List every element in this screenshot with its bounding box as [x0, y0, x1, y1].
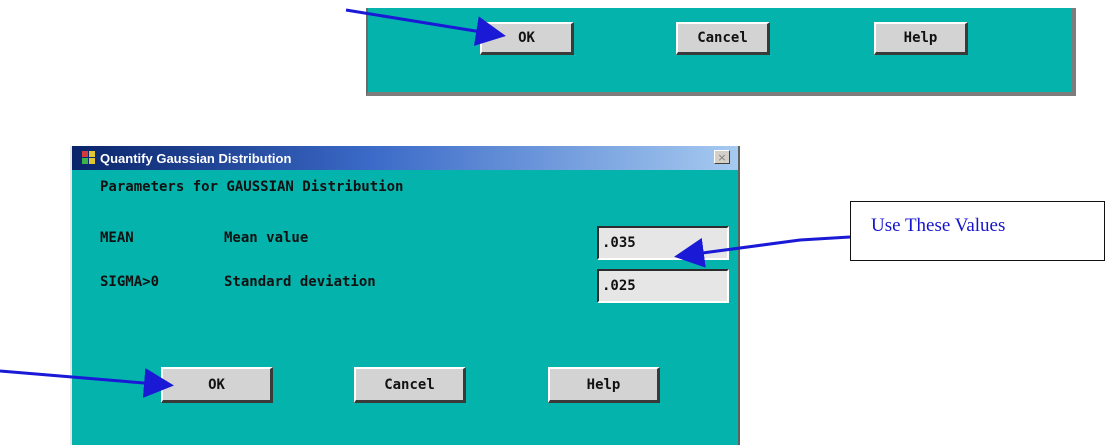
- screenshot-stage: OK Cancel Help Quantify Gaussian Distrib…: [0, 0, 1112, 445]
- gaussian-dialog: Quantify Gaussian Distribution × Paramet…: [70, 146, 740, 445]
- sigma-description-label: Standard deviation: [224, 274, 376, 290]
- callout-text: Use These Values: [871, 215, 1006, 236]
- top-ok-button[interactable]: OK: [480, 22, 574, 55]
- parameters-heading: Parameters for GAUSSIAN Distribution: [100, 179, 404, 195]
- annotation-callout: Use These Values: [850, 201, 1105, 261]
- sigma-key-label: SIGMA>0: [100, 274, 160, 290]
- top-cancel-button[interactable]: Cancel: [676, 22, 770, 55]
- help-button[interactable]: Help: [548, 367, 660, 403]
- mean-description-label: Mean value: [224, 230, 309, 246]
- app-icon: [82, 151, 96, 165]
- top-help-button[interactable]: Help: [874, 22, 968, 55]
- ok-button[interactable]: OK: [161, 367, 273, 403]
- close-icon[interactable]: ×: [714, 150, 730, 164]
- dialog-titlebar[interactable]: Quantify Gaussian Distribution ×: [72, 146, 738, 170]
- dialog-title: Quantify Gaussian Distribution: [100, 150, 292, 166]
- mean-value-input[interactable]: [597, 226, 729, 260]
- cancel-button[interactable]: Cancel: [354, 367, 466, 403]
- top-button-strip: OK Cancel Help: [366, 8, 1076, 96]
- mean-key-label: MEAN: [100, 230, 134, 246]
- sigma-value-input[interactable]: [597, 269, 729, 303]
